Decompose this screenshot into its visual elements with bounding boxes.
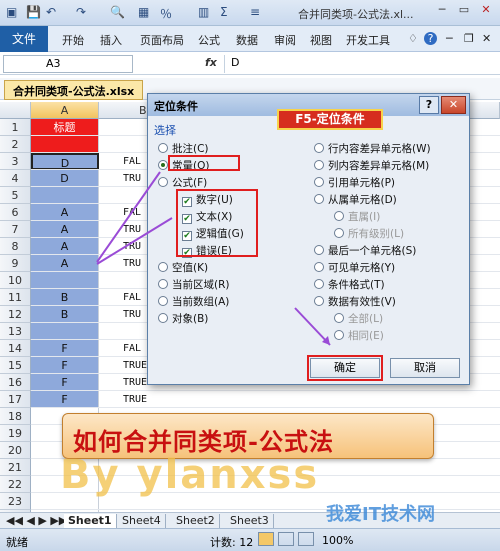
sheet-tab-3[interactable]: Sheet3 bbox=[226, 514, 274, 528]
page-break-view-icon[interactable] bbox=[298, 532, 314, 546]
sheet-nav-icon[interactable]: ◀◀ ◀ ▶ ▶▶ bbox=[2, 514, 71, 528]
zoom-level[interactable]: 100% bbox=[322, 534, 353, 547]
status-count: 计数: 12 bbox=[210, 536, 254, 549]
site-watermark: 我爱IT技术网 bbox=[326, 504, 435, 525]
sheet-tab-2[interactable]: Sheet2 bbox=[172, 514, 220, 528]
arrow-to-subtypes bbox=[96, 217, 173, 265]
normal-view-icon[interactable] bbox=[258, 532, 274, 546]
sheet-tab-4[interactable]: Sheet4 bbox=[118, 514, 166, 528]
page-layout-view-icon[interactable] bbox=[278, 532, 294, 546]
status-bar: 就绪 计数: 12 100% bbox=[0, 528, 500, 551]
annotation-arrows bbox=[96, 171, 331, 346]
status-ready: 就绪 bbox=[6, 536, 28, 549]
arrow-to-constants bbox=[96, 171, 161, 263]
sheet-tab-1[interactable]: Sheet1 bbox=[64, 514, 117, 528]
